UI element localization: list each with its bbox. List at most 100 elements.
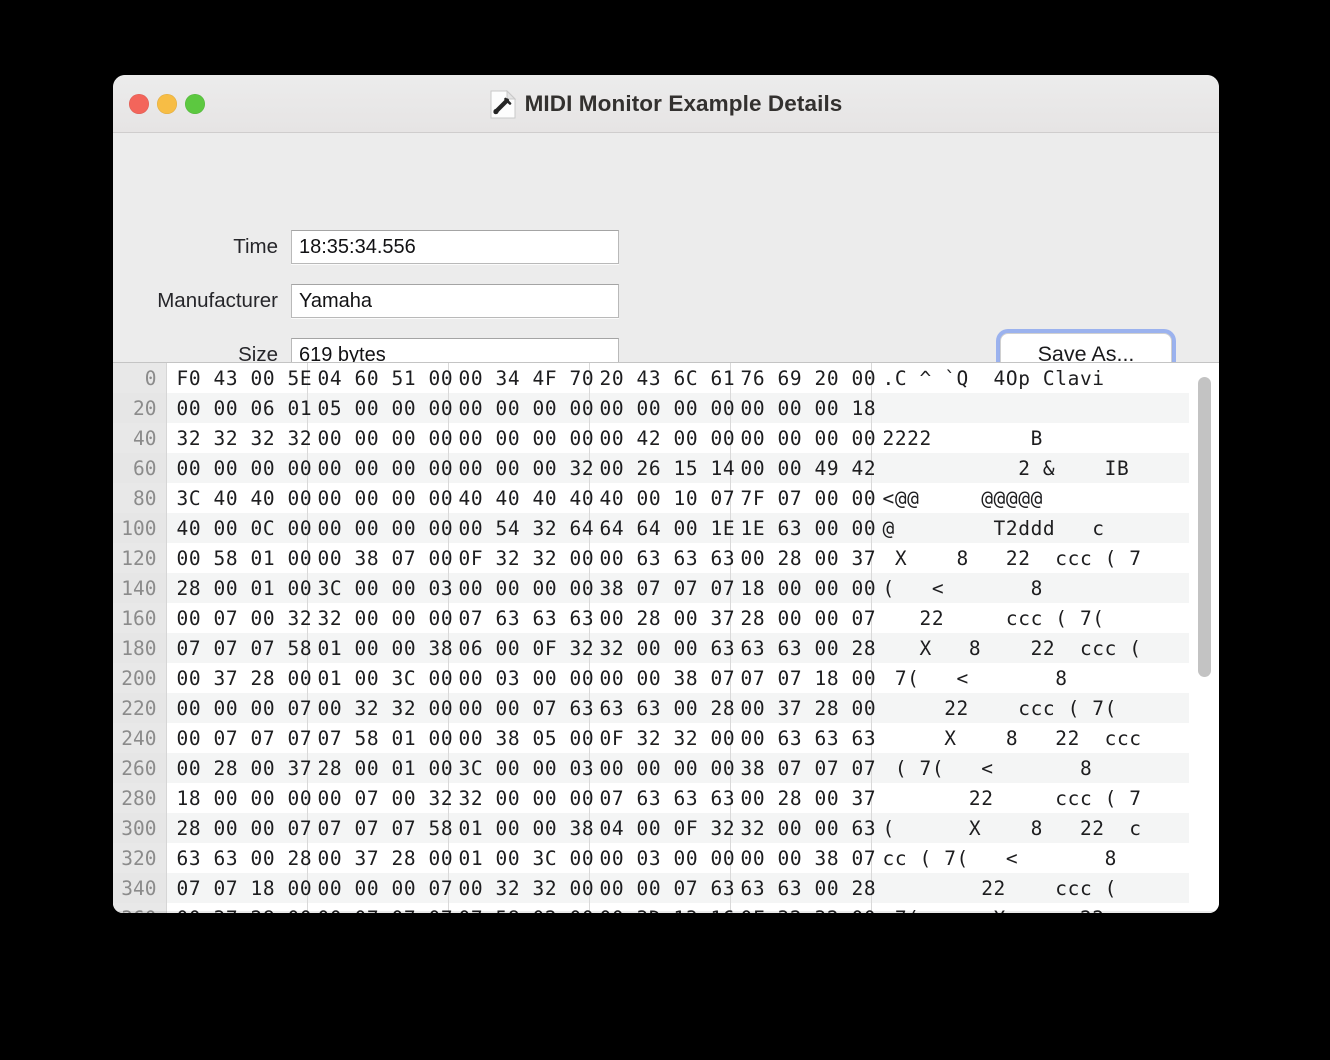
- hex-dump-row[interactable]: 4032 32 32 3200 00 00 0000 00 00 0000 42…: [113, 423, 1189, 453]
- hex-byte-group: 07 07 18 00: [730, 663, 871, 693]
- hex-row-offset: 80: [113, 483, 166, 513]
- hex-row-offset: 320: [113, 843, 166, 873]
- hex-byte-group: 0F 32 32 00: [730, 903, 871, 913]
- hex-dump-row[interactable]: 2000 00 06 0105 00 00 0000 00 00 0000 00…: [113, 393, 1189, 423]
- hex-byte-group: 28 00 00 07: [730, 603, 871, 633]
- window-titlebar[interactable]: MIDI Monitor Example Details: [113, 75, 1219, 133]
- hex-ascii-column: @ T2ddd c: [871, 513, 1189, 543]
- hex-dump-row[interactable]: 26000 28 00 3728 00 01 003C 00 00 0300 0…: [113, 753, 1189, 783]
- hex-dump-row[interactable]: 32063 63 00 2800 37 28 0001 00 3C 0000 0…: [113, 843, 1189, 873]
- hex-ascii-column: <@@ @@@@@: [871, 483, 1189, 513]
- hex-dump-panel[interactable]: 0F0 43 00 5E04 60 51 0000 34 4F 7020 43 …: [113, 362, 1219, 913]
- hex-row-offset: 300: [113, 813, 166, 843]
- hex-byte-group: 00 34 4F 70: [448, 363, 589, 393]
- hex-byte-group: 01 00 3C 00: [307, 663, 448, 693]
- hex-row-offset: 60: [113, 453, 166, 483]
- hex-ascii-column: X 8 22 ccc (: [871, 633, 1189, 663]
- hex-byte-group: 00 00 49 42: [730, 453, 871, 483]
- hex-byte-group: 06 00 0F 32: [448, 633, 589, 663]
- hex-byte-group: 40 00 10 07: [589, 483, 730, 513]
- hex-byte-group: 00 32 32 00: [307, 693, 448, 723]
- hex-byte-group: 00 3D 13 16: [589, 903, 730, 913]
- hex-byte-group: 00 37 28 00: [166, 903, 307, 913]
- hex-ascii-column: 22 ccc ( 7: [871, 783, 1189, 813]
- hex-byte-group: 18 00 00 00: [166, 783, 307, 813]
- hex-dump-row[interactable]: 20000 37 28 0001 00 3C 0000 03 00 0000 0…: [113, 663, 1189, 693]
- hex-dump-row[interactable]: 6000 00 00 0000 00 00 0000 00 00 3200 26…: [113, 453, 1189, 483]
- hex-row-offset: 20: [113, 393, 166, 423]
- hex-dump-row[interactable]: 12000 58 01 0000 38 07 000F 32 32 0000 6…: [113, 543, 1189, 573]
- hex-byte-group: 00 00 07 63: [589, 873, 730, 903]
- hex-byte-group: 38 07 07 07: [730, 753, 871, 783]
- hex-ascii-column: 22 ccc (: [871, 873, 1189, 903]
- hex-byte-group: 00 38 05 00: [448, 723, 589, 753]
- hex-dump-row[interactable]: 34007 07 18 0000 00 00 0700 32 32 0000 0…: [113, 873, 1189, 903]
- hex-ascii-column: 22 ccc ( 7(: [871, 693, 1189, 723]
- hex-byte-group: 00 28 00 37: [589, 603, 730, 633]
- hex-byte-group: 18 00 00 00: [730, 573, 871, 603]
- hex-byte-group: 28 00 01 00: [166, 573, 307, 603]
- hex-dump-body: 0F0 43 00 5E04 60 51 0000 34 4F 7020 43 …: [113, 363, 1189, 913]
- hex-dump-row[interactable]: 18007 07 07 5801 00 00 3806 00 0F 3232 0…: [113, 633, 1189, 663]
- hex-dump-row[interactable]: 28018 00 00 0000 07 00 3232 00 00 0007 6…: [113, 783, 1189, 813]
- hex-byte-group: 07 63 63 63: [448, 603, 589, 633]
- hex-byte-group: 00 54 32 64: [448, 513, 589, 543]
- hex-ascii-column: [871, 393, 1189, 423]
- hex-byte-group: 00 37 28 00: [730, 693, 871, 723]
- hex-ascii-column: X 8 22 ccc: [871, 723, 1189, 753]
- hex-byte-group: 00 00 00 00: [730, 423, 871, 453]
- hex-scrollbar-thumb[interactable]: [1198, 377, 1211, 677]
- hex-byte-group: 00 00 00 07: [307, 873, 448, 903]
- hex-ascii-column: ( < 8: [871, 573, 1189, 603]
- time-field-row: Time 18:35:34.556: [113, 230, 619, 264]
- hex-row-offset: 220: [113, 693, 166, 723]
- hex-dump-row[interactable]: 36000 37 28 0000 07 07 0707 58 02 0000 3…: [113, 903, 1189, 913]
- hex-row-offset: 280: [113, 783, 166, 813]
- hex-row-offset: 140: [113, 573, 166, 603]
- hex-byte-group: 3C 00 00 03: [307, 573, 448, 603]
- hex-byte-group: 32 00 00 00: [448, 783, 589, 813]
- hex-dump-row[interactable]: 10040 00 0C 0000 00 00 0000 54 32 6464 6…: [113, 513, 1189, 543]
- details-form: Time 18:35:34.556 Manufacturer Yamaha Si…: [113, 133, 1219, 362]
- window-title-group: MIDI Monitor Example Details: [113, 75, 1219, 133]
- hex-scrollbar-track[interactable]: [1194, 367, 1215, 909]
- hex-byte-group: 07 63 63 63: [589, 783, 730, 813]
- hex-byte-group: 00 00 00 07: [166, 693, 307, 723]
- hex-dump-row[interactable]: 16000 07 00 3232 00 00 0007 63 63 6300 2…: [113, 603, 1189, 633]
- hex-byte-group: 00 37 28 00: [307, 843, 448, 873]
- hex-byte-group: 07 07 07 58: [307, 813, 448, 843]
- hex-ascii-column: 22 ccc ( 7(: [871, 603, 1189, 633]
- hex-dump-row[interactable]: 24000 07 07 0707 58 01 0000 38 05 000F 3…: [113, 723, 1189, 753]
- hex-byte-group: 63 63 00 28: [730, 873, 871, 903]
- hex-byte-group: 07 07 18 00: [166, 873, 307, 903]
- hex-ascii-column: 7( X 22: [871, 903, 1189, 913]
- hex-byte-group: 32 32 32 32: [166, 423, 307, 453]
- hex-dump-row[interactable]: 803C 40 40 0000 00 00 0040 40 40 4040 00…: [113, 483, 1189, 513]
- hex-dump-row[interactable]: 0F0 43 00 5E04 60 51 0000 34 4F 7020 43 …: [113, 363, 1189, 393]
- hex-ascii-column: 2222 B: [871, 423, 1189, 453]
- hex-byte-group: 28 00 01 00: [307, 753, 448, 783]
- hex-byte-group: 0F 32 32 00: [589, 723, 730, 753]
- hex-byte-group: 07 58 01 00: [307, 723, 448, 753]
- hex-ascii-column: X 8 22 ccc ( 7: [871, 543, 1189, 573]
- hex-dump-row[interactable]: 14028 00 01 003C 00 00 0300 00 00 0038 0…: [113, 573, 1189, 603]
- hex-byte-group: 63 63 00 28: [166, 843, 307, 873]
- hex-byte-group: 40 00 0C 00: [166, 513, 307, 543]
- hex-byte-group: 00 00 00 00: [589, 393, 730, 423]
- hex-dump-row[interactable]: 22000 00 00 0700 32 32 0000 00 07 6363 6…: [113, 693, 1189, 723]
- hex-dump-row[interactable]: 30028 00 00 0707 07 07 5801 00 00 3804 0…: [113, 813, 1189, 843]
- hex-byte-group: 01 00 00 38: [448, 813, 589, 843]
- hex-ascii-column: 2 & IB: [871, 453, 1189, 483]
- hex-row-offset: 40: [113, 423, 166, 453]
- hex-byte-group: 00 28 00 37: [730, 783, 871, 813]
- time-value[interactable]: 18:35:34.556: [291, 230, 619, 264]
- manufacturer-field-row: Manufacturer Yamaha: [113, 284, 619, 318]
- hex-byte-group: 00 00 00 00: [307, 483, 448, 513]
- hex-byte-group: 20 43 6C 61: [589, 363, 730, 393]
- hex-byte-group: 00 28 00 37: [730, 543, 871, 573]
- manufacturer-value[interactable]: Yamaha: [291, 284, 619, 318]
- hex-ascii-column: 7( < 8: [871, 663, 1189, 693]
- hex-byte-group: 00 63 63 63: [589, 543, 730, 573]
- hex-ascii-column: .C ^ `Q 4Op Clavi: [871, 363, 1189, 393]
- hex-byte-group: 00 38 07 00: [307, 543, 448, 573]
